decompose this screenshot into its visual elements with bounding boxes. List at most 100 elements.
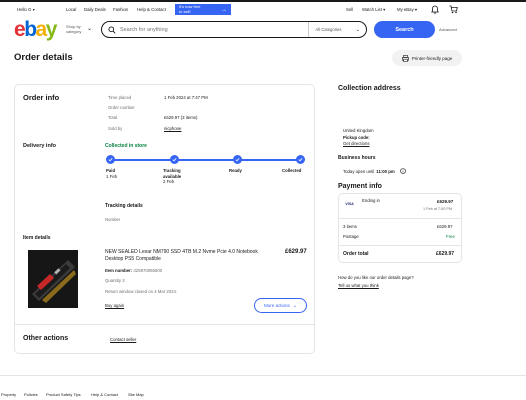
- feedback-link[interactable]: Tell us what you think: [338, 283, 379, 288]
- divider: [338, 218, 462, 219]
- footer-link-site-map[interactable]: Site Map: [128, 392, 144, 397]
- my-ebay[interactable]: My eBay ▾: [397, 7, 417, 13]
- nav-daily-deals[interactable]: Daily Deals: [84, 7, 106, 12]
- business-hours-heading: Business hours: [338, 155, 376, 161]
- item-number: Item number: 325970066500: [105, 268, 162, 273]
- greeting-text: Hello G: [17, 7, 32, 12]
- step-paid-date: 1 Feb: [106, 173, 117, 179]
- order-number-label: Order number: [108, 105, 135, 111]
- item-quantity: Quantity 3: [105, 278, 125, 283]
- search-button[interactable]: Search: [374, 21, 435, 38]
- step-ready-check-icon: [233, 155, 242, 164]
- chevron-down-icon: ▾: [32, 7, 35, 12]
- shop-by-category[interactable]: Shop by category: [66, 24, 81, 34]
- delivery-status: Collected in store: [105, 143, 147, 149]
- postage-value: Free: [446, 234, 455, 239]
- logo-letter-b: b: [24, 18, 37, 41]
- get-directions-link[interactable]: Get directions: [343, 141, 374, 148]
- greeting[interactable]: Hello G ▾: [17, 7, 35, 13]
- items-label: 3 items: [343, 224, 357, 229]
- ebay-logo[interactable]: ebay: [14, 17, 58, 42]
- nav-help-contact[interactable]: Help & Contact: [137, 7, 166, 12]
- logo-letter-a: a: [35, 18, 48, 41]
- feedback-question: How do you like our order details page?: [338, 275, 414, 280]
- time-placed-value: 1 Feb 2024 at 7:47 PM: [164, 95, 208, 100]
- order-info-heading: Order info: [23, 93, 60, 102]
- bell-icon[interactable]: [431, 5, 439, 14]
- item-price: £629.97: [285, 249, 307, 255]
- step-tracking-check-icon: [170, 155, 179, 164]
- business-hours: Today open until 11:00 pm: [343, 168, 406, 174]
- sell-link[interactable]: Sell: [346, 7, 353, 12]
- divider: [14, 324, 315, 325]
- contact-seller-link[interactable]: Contact seller: [110, 337, 136, 342]
- total-label: Total: [108, 115, 118, 121]
- nav-local[interactable]: Local: [66, 7, 76, 12]
- printer-friendly-label: Printer-friendly page: [411, 55, 453, 61]
- sold-by-label: Sold by: [108, 125, 123, 131]
- item-image[interactable]: [28, 250, 78, 308]
- logo-letter-e: e: [14, 18, 26, 41]
- collection-address-heading: Collection address: [338, 85, 401, 92]
- seller-link[interactable]: nicphone: [164, 124, 208, 134]
- return-note: Return window closed on 4 Mar 2024.: [105, 289, 178, 294]
- search-bar: All Categories ⌄: [101, 21, 367, 38]
- item-details-heading: Item details: [23, 235, 51, 241]
- page-title: Order details: [14, 52, 73, 63]
- footer-link-help-contact[interactable]: Help & Contact: [91, 392, 118, 397]
- card-ending: Ending in: [362, 198, 380, 204]
- step-paid-check-icon: [106, 155, 115, 164]
- step-tracking-date: 2 Feb: [163, 179, 174, 184]
- step-collected-label: Collected: [282, 168, 302, 173]
- info-icon[interactable]: [399, 168, 406, 174]
- item-number-value: 325970066500: [133, 268, 163, 273]
- ssd-product-image: [28, 250, 78, 308]
- watch-list[interactable]: Watch List ▾: [362, 7, 385, 13]
- hours-time: 11:00 pm: [376, 168, 395, 174]
- search-input[interactable]: [119, 26, 309, 33]
- more-actions-label: More actions: [264, 303, 290, 308]
- promo-banner[interactable]: It's now free to sell! →: [175, 4, 231, 15]
- footer-divider: [0, 375, 526, 376]
- collection-address: United Kingdom Pickup code: Get directio…: [343, 128, 374, 148]
- collection-country: United Kingdom: [343, 128, 374, 133]
- items-value: £629.97: [437, 224, 453, 229]
- step-paid: Paid 1 Feb: [106, 168, 117, 179]
- time-placed-label: Time placed: [108, 95, 132, 100]
- step-tracking-label: Tracking available: [163, 168, 182, 179]
- category-select-value: All Categories: [315, 27, 342, 32]
- chevron-down-icon: ▾: [414, 7, 418, 12]
- footer-link-policies[interactable]: Policies: [24, 392, 38, 397]
- ending-in-label: Ending in: [362, 198, 380, 203]
- postage-label: Postage: [343, 234, 359, 239]
- order-info-rows: Time placed Order number Total Sold by: [108, 93, 135, 134]
- buy-again-link[interactable]: Buy again: [105, 303, 124, 308]
- total-value: £629.97 (3 items): [164, 115, 198, 121]
- nav-fashion[interactable]: Fashion: [113, 7, 128, 12]
- order-total-label: Order total: [343, 251, 369, 257]
- printer-friendly-button[interactable]: Printer-friendly page: [392, 50, 462, 66]
- hours-text: Today open until: [343, 168, 375, 174]
- more-actions-button[interactable]: More actions ⌄: [254, 298, 307, 313]
- search-icon: [108, 25, 116, 34]
- footer-link-product-safety[interactable]: Product Safety Tips: [46, 392, 81, 397]
- chevron-down-icon: ▾: [383, 7, 386, 12]
- cart-icon[interactable]: [449, 5, 458, 14]
- my-ebay-label: My eBay: [397, 7, 414, 12]
- printer-icon: [401, 54, 409, 62]
- step-collected-check-icon: [296, 155, 305, 164]
- arrow-right-icon: →: [221, 6, 227, 13]
- promo-line-2: to sell!: [179, 8, 191, 14]
- step-tracking: Tracking available 2 Feb: [163, 168, 193, 185]
- visa-label: VISA: [345, 201, 354, 206]
- footer-link-property[interactable]: Property: [1, 392, 16, 397]
- divider: [338, 245, 462, 246]
- advanced-search-link[interactable]: Advanced: [439, 27, 457, 32]
- category-select[interactable]: All Categories ⌄: [308, 22, 366, 37]
- other-actions-heading: Other actions: [23, 335, 69, 342]
- visa-icon: VISA: [344, 200, 355, 207]
- order-number-value: [164, 103, 208, 113]
- logo-letter-y: y: [45, 18, 58, 41]
- tracking-number-label: Number: [105, 217, 121, 222]
- item-title[interactable]: NEW SEALED Lexar NM790 SSD 4TB M.2 Nvme …: [105, 249, 275, 263]
